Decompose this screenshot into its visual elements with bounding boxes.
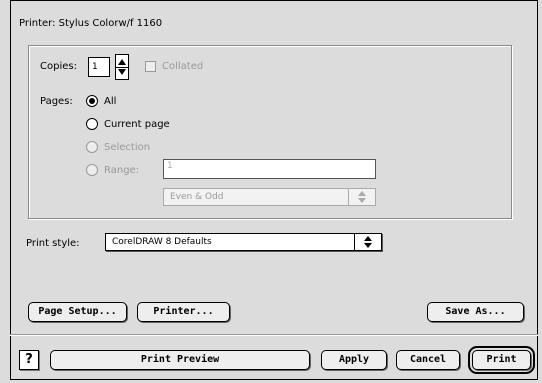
- print-preview-button[interactable]: Print Preview: [50, 350, 310, 370]
- pages-selection-label: Selection: [104, 142, 151, 153]
- even-odd-popup[interactable]: Even & Odd: [163, 188, 376, 206]
- printer-button[interactable]: Printer...: [137, 302, 230, 322]
- pages-range-label: Range:: [104, 165, 140, 176]
- copies-input[interactable]: 1: [88, 57, 110, 77]
- print-dialog: Printer: Stylus Colorw/f 1160 Copies: 1 …: [0, 0, 542, 383]
- pages-label: Pages:: [40, 96, 73, 107]
- save-as-button[interactable]: Save As...: [427, 302, 524, 322]
- pages-all-radio[interactable]: [86, 95, 98, 107]
- collated-checkbox[interactable]: [145, 61, 156, 72]
- apply-button[interactable]: Apply: [321, 350, 387, 370]
- cancel-button[interactable]: Cancel: [396, 350, 460, 370]
- copies-label: Copies:: [40, 61, 77, 72]
- print-style-label: Print style:: [26, 238, 80, 249]
- printer-name-label: Printer: Stylus Colorw/f 1160: [19, 18, 163, 29]
- even-odd-value: Even & Odd: [170, 192, 224, 202]
- stepper-up-arrow-icon[interactable]: [118, 59, 126, 65]
- print-style-popup[interactable]: CorelDRAW 8 Defaults: [105, 233, 382, 251]
- page-setup-button[interactable]: Page Setup...: [28, 302, 127, 322]
- pages-current-page-radio[interactable]: [86, 118, 98, 130]
- divider: [10, 334, 538, 335]
- print-style-value: CorelDRAW 8 Defaults: [112, 237, 212, 247]
- copies-stepper[interactable]: [115, 54, 129, 80]
- help-icon[interactable]: ?: [19, 350, 39, 370]
- range-input[interactable]: 1: [163, 159, 376, 179]
- popup-arrows-icon: [348, 189, 375, 205]
- popup-arrows-icon: [354, 234, 381, 250]
- pages-selection-radio[interactable]: [86, 141, 98, 153]
- pages-current-page-label: Current page: [104, 119, 170, 130]
- pages-all-label: All: [104, 96, 117, 107]
- stepper-down-arrow-icon[interactable]: [118, 69, 126, 75]
- print-button[interactable]: Print: [468, 346, 535, 374]
- collated-label: Collated: [162, 61, 204, 72]
- stepper-divider: [116, 67, 128, 68]
- pages-range-radio[interactable]: [86, 164, 98, 176]
